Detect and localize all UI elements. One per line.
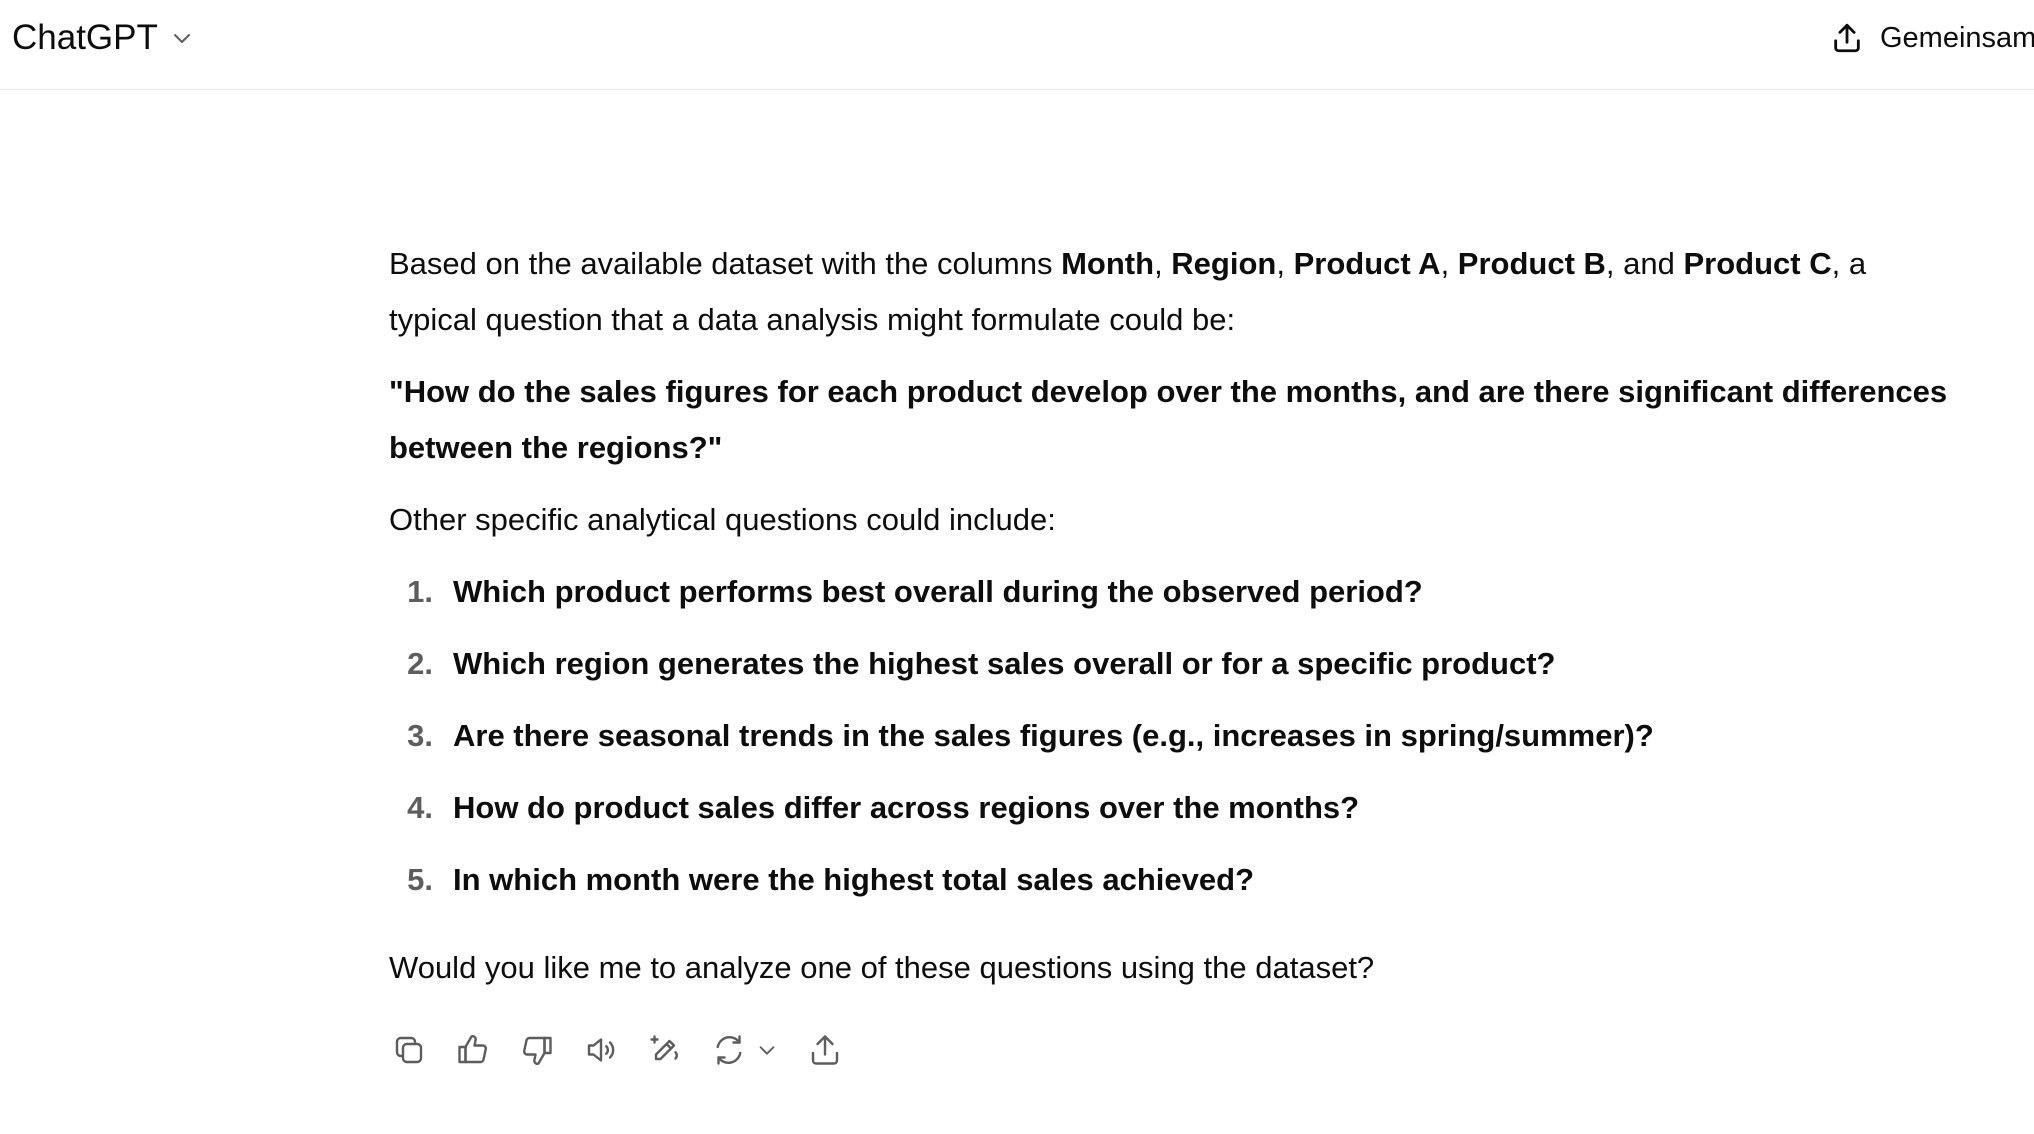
message-actions: [389, 1030, 869, 1070]
list-item: 4. How do product sales differ across re…: [389, 780, 1949, 852]
list-number: 1.: [407, 574, 433, 609]
bad-response-button[interactable]: [517, 1030, 557, 1070]
list-number: 4.: [407, 790, 433, 825]
intro-paragraph: Based on the available dataset with the …: [389, 236, 1949, 348]
copy-icon: [391, 1032, 427, 1068]
chat-page: ChatGPT Gemeinsam Based on the available…: [0, 0, 2034, 1134]
share-icon: [1830, 21, 1864, 55]
list-item-text: Are there seasonal trends in the sales f…: [453, 718, 1654, 753]
column-month: Month: [1061, 246, 1155, 281]
column-region: Region: [1171, 246, 1277, 281]
list-item-text: Which product performs best overall duri…: [453, 574, 1423, 609]
other-questions-intro: Other specific analytical questions coul…: [389, 502, 1056, 537]
main-question: "How do the sales figures for each produ…: [389, 374, 1948, 465]
list-item-text: In which month were the highest total sa…: [453, 862, 1255, 897]
intro-text: ,: [1276, 246, 1294, 281]
thumbs-up-icon: [455, 1032, 491, 1068]
closing-question: Would you like me to analyze one of thes…: [389, 950, 1375, 985]
list-item: 3. Are there seasonal trends in the sale…: [389, 708, 1949, 780]
intro-text: Based on the available dataset with the …: [389, 246, 1062, 281]
question-list: 1. Which product performs best overall d…: [389, 564, 1949, 924]
list-item: 2. Which region generates the highest sa…: [389, 636, 1949, 708]
good-response-button[interactable]: [453, 1030, 493, 1070]
list-item-text: Which region generates the highest sales…: [453, 646, 1556, 681]
share-icon: [807, 1032, 843, 1068]
read-aloud-icon: [583, 1032, 619, 1068]
edit-icon: [647, 1032, 683, 1068]
list-number: 3.: [407, 718, 433, 753]
chevron-down-icon: [753, 1036, 781, 1064]
list-item: 1. Which product performs best overall d…: [389, 564, 1949, 636]
list-number: 2.: [407, 646, 433, 681]
column-product-c: Product C: [1683, 246, 1832, 281]
intro-text: ,: [1154, 246, 1172, 281]
regenerate-button[interactable]: [709, 1030, 781, 1070]
thumbs-down-icon: [519, 1032, 555, 1068]
read-aloud-button[interactable]: [581, 1030, 621, 1070]
list-item-text: How do product sales differ across regio…: [453, 790, 1360, 825]
share-button[interactable]: Gemeinsam: [1830, 16, 2034, 60]
column-product-a: Product A: [1293, 246, 1441, 281]
column-product-b: Product B: [1457, 246, 1606, 281]
edit-in-canvas-button[interactable]: [645, 1030, 685, 1070]
regenerate-icon: [711, 1032, 747, 1068]
chevron-down-icon: [170, 26, 194, 50]
intro-text: , and: [1605, 246, 1684, 281]
top-bar: ChatGPT Gemeinsam: [0, 0, 2034, 90]
share-message-button[interactable]: [805, 1030, 845, 1070]
model-switcher[interactable]: ChatGPT: [12, 16, 194, 60]
list-item: 5. In which month were the highest total…: [389, 852, 1949, 924]
regenerate-icon-wrap: [709, 1030, 749, 1070]
list-number: 5.: [407, 862, 433, 897]
share-label: Gemeinsam: [1880, 22, 2034, 54]
intro-text: ,: [1440, 246, 1458, 281]
model-name: ChatGPT: [12, 18, 158, 57]
copy-button[interactable]: [389, 1030, 429, 1070]
assistant-message: Based on the available dataset with the …: [389, 236, 1949, 996]
